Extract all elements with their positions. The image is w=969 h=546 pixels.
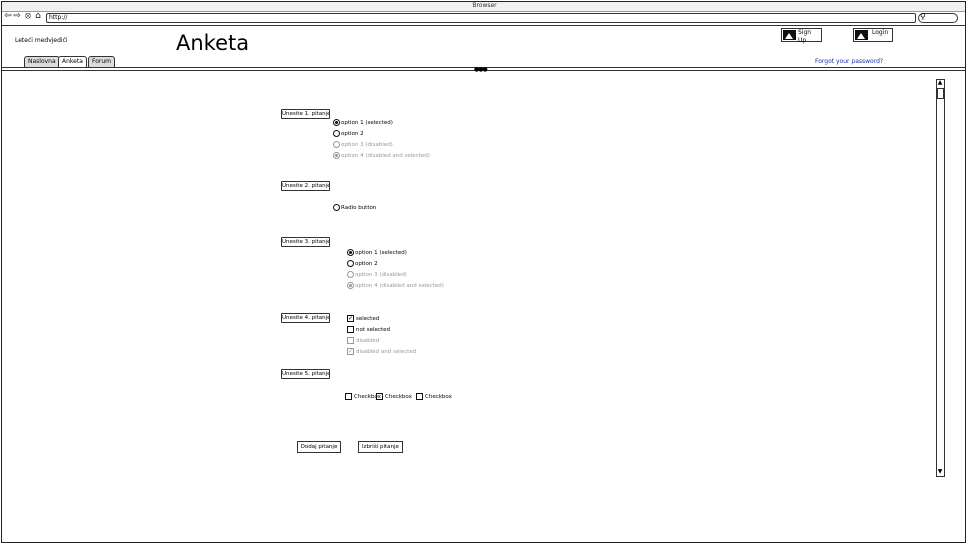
option-label: option 4 (disabled and selected) (341, 153, 430, 159)
home-icon[interactable]: ⌂ (34, 12, 42, 21)
checkbox-icon (416, 393, 423, 400)
sign-up-button[interactable]: Sign Up (781, 28, 822, 44)
checkbox-icon (347, 337, 354, 344)
login-label: Login (872, 29, 889, 36)
scrollbar-thumb[interactable] (937, 88, 944, 99)
tab-anketa[interactable]: Anketa (58, 56, 87, 67)
radio-option[interactable]: option 2 (333, 130, 364, 138)
radio-selected-icon (333, 152, 340, 159)
scroll-down-icon[interactable]: ▼ (937, 468, 943, 475)
option-label: option 1 (selected) (341, 120, 393, 126)
radio-selected-icon (347, 249, 354, 256)
forward-arrow-icon[interactable]: ⇨ (13, 12, 21, 21)
login-button[interactable]: Login (853, 28, 893, 42)
option-label: not selected (356, 327, 390, 333)
radio-selected-icon (347, 282, 354, 289)
splitter-handle[interactable]: ●●● (474, 66, 488, 73)
checkbox-icon (376, 393, 383, 400)
checkbox-option[interactable]: not selected (347, 326, 390, 334)
radio-option: option 3 (disabled) (347, 271, 407, 279)
checkbox-option[interactable]: ✓ selected (347, 315, 379, 323)
radio-option: option 4 (disabled and selected) (333, 152, 430, 160)
checkbox-option: disabled (347, 337, 379, 345)
option-label: disabled (356, 338, 380, 344)
search-icon: ⚲ (920, 12, 926, 21)
option-label: Radio button (341, 205, 377, 211)
add-question-button[interactable]: Dodaj pitanje (297, 441, 341, 453)
checkbox-icon (345, 393, 352, 400)
option-label: option 3 (disabled) (355, 272, 407, 278)
radio-option[interactable]: option 1 (selected) (347, 249, 407, 257)
radio-icon (347, 271, 354, 278)
question-input[interactable]: Unesite 3. pitanje (281, 237, 330, 247)
brand-name: Leteći medvjedići (15, 37, 68, 44)
sign-up-label: Sign Up (798, 29, 812, 44)
option-label: Checkbox (425, 394, 452, 400)
option-label: option 1 (selected) (355, 250, 407, 256)
scroll-up-icon[interactable]: ▲ (937, 79, 943, 86)
radio-option[interactable]: option 1 (selected) (333, 119, 393, 127)
radio-option: option 3 (disabled) (333, 141, 393, 149)
checkbox-option: ✓ disabled and selected (347, 348, 416, 356)
image-icon (855, 30, 868, 40)
browser-title: Browser (472, 2, 497, 9)
checkbox-checked-icon: ✓ (347, 348, 354, 355)
radio-icon (333, 130, 340, 137)
question-input[interactable]: Unesite 1. pitanje (281, 109, 330, 119)
option-label: option 2 (355, 261, 378, 267)
question-input[interactable]: Unesite 5. pitanje (281, 369, 330, 379)
radio-icon (333, 204, 340, 211)
radio-icon (333, 141, 340, 148)
divider (2, 25, 965, 26)
back-arrow-icon[interactable]: ⇦ (4, 12, 12, 21)
radio-selected-icon (333, 119, 340, 126)
tab-naslovna[interactable]: Naslovna (24, 56, 60, 67)
radio-option[interactable]: Radio button (333, 204, 376, 212)
browser-window (1, 1, 966, 543)
page-title: Anketa (176, 31, 250, 55)
url-field[interactable]: http:// (46, 13, 916, 23)
option-label: option 4 (disabled and selected) (355, 283, 444, 289)
checkbox-option[interactable]: Checkbox (416, 393, 452, 401)
option-label: option 3 (disabled) (341, 142, 393, 148)
stop-icon[interactable]: ⦻ (24, 12, 32, 21)
option-label: Checkbox (385, 394, 412, 400)
checkbox-option[interactable]: Checkbox (376, 393, 412, 401)
radio-icon (347, 260, 354, 267)
question-input[interactable]: Unesite 2. pitanje (281, 181, 330, 191)
checkbox-icon (347, 326, 354, 333)
radio-option: option 4 (disabled and selected) (347, 282, 444, 290)
delete-question-button[interactable]: Izbriši pitanje (358, 441, 403, 453)
option-label: disabled and selected (356, 349, 417, 355)
checkbox-checked-icon: ✓ (347, 315, 354, 322)
tab-forum[interactable]: Forum (88, 56, 116, 67)
vertical-scrollbar[interactable] (936, 79, 945, 477)
option-label: selected (356, 316, 380, 322)
image-icon (783, 30, 796, 40)
question-input[interactable]: Unesite 4. pitanje (281, 313, 330, 323)
forgot-password-link[interactable]: Forgot your password? (815, 58, 883, 65)
option-label: option 2 (341, 131, 364, 137)
radio-option[interactable]: option 2 (347, 260, 378, 268)
